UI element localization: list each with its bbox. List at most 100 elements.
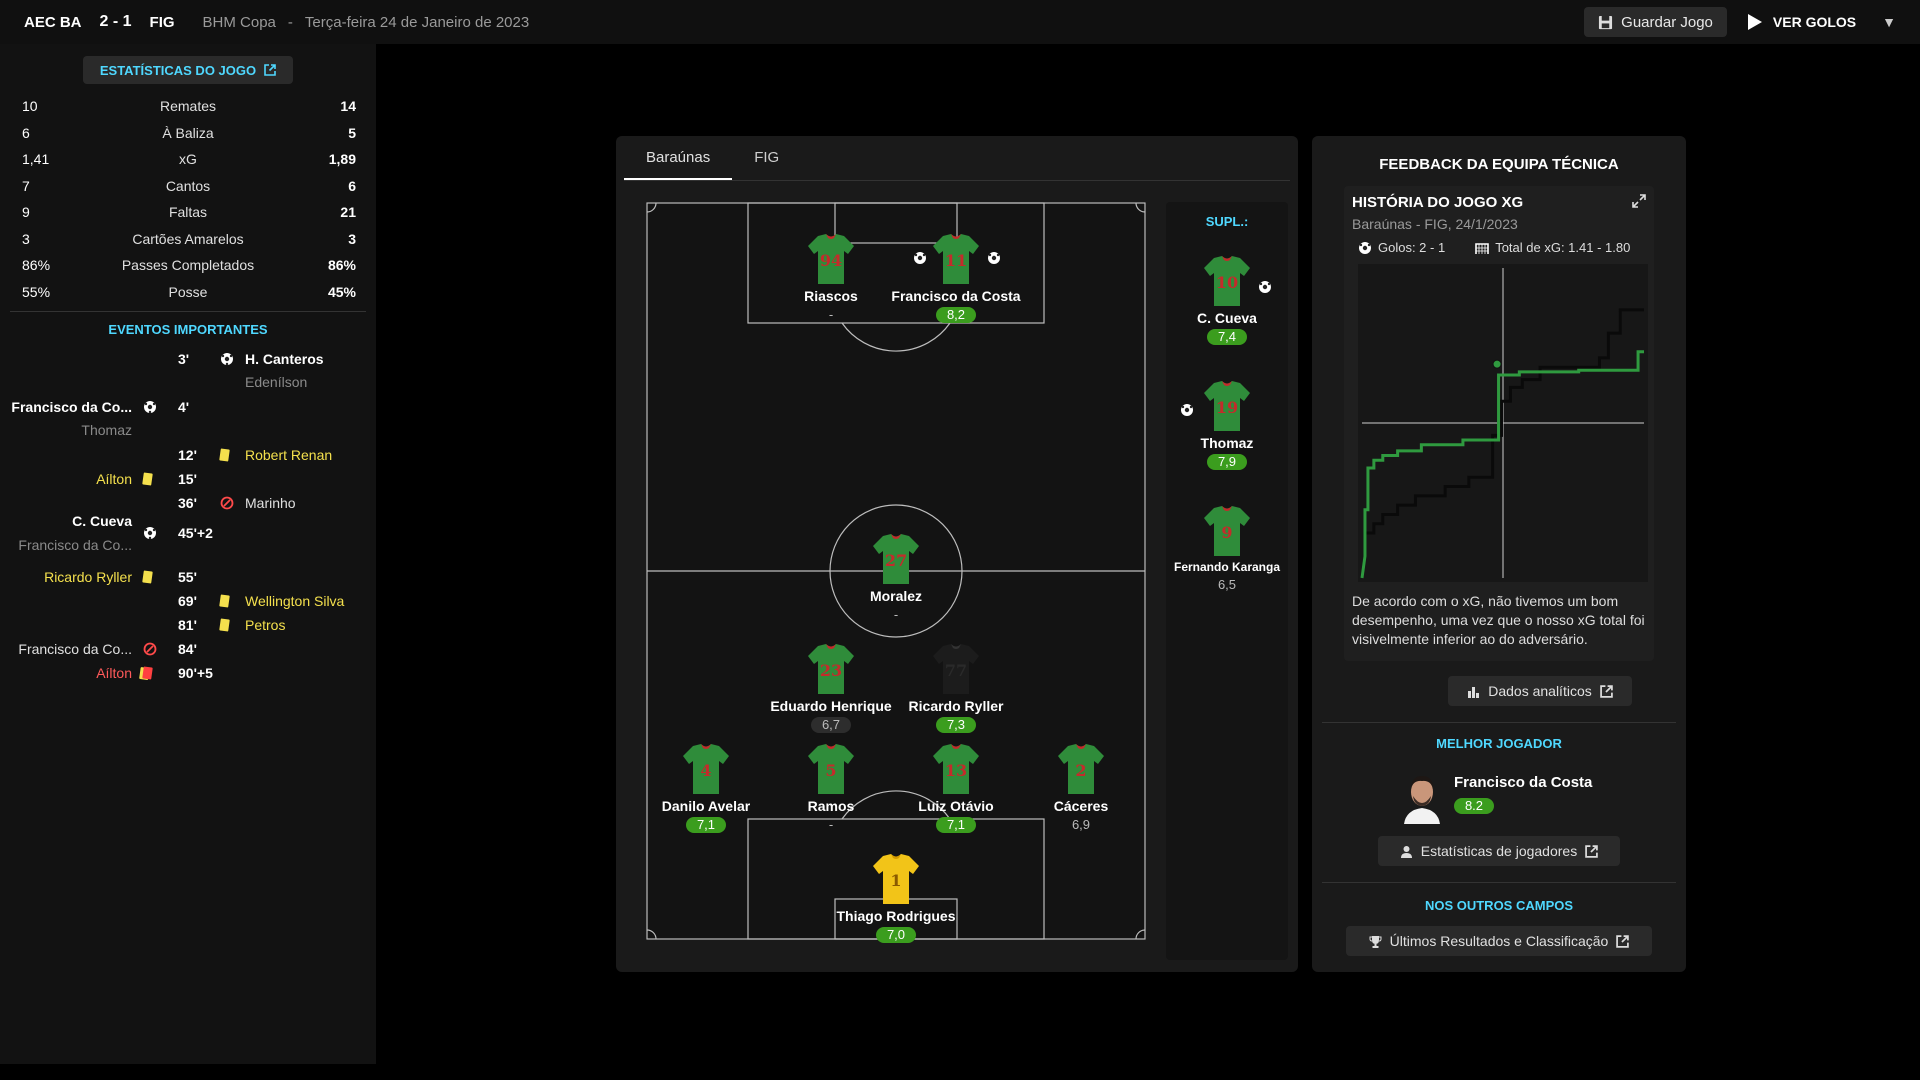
player-rating: -: [828, 307, 834, 322]
player-card[interactable]: 2 Cáceres 6,9: [1016, 742, 1146, 834]
sub-player-card[interactable]: 10 C. Cueva 7,4: [1162, 254, 1292, 346]
goals-summary: Golos: 2 - 1: [1378, 240, 1446, 255]
event-item[interactable]: Aílton 90'+5: [0, 662, 376, 684]
tabs-underline: [624, 180, 1290, 181]
player-card[interactable]: 77 Ricardo Ryller 7,3: [891, 642, 1021, 734]
xg-total-summary: Total de xG: 1.41 - 1.80: [1495, 240, 1631, 255]
event-item[interactable]: 3' H. Canteros Edenílson: [0, 348, 376, 390]
shirt-icon: 11: [933, 234, 979, 284]
event-item[interactable]: 36' Marinho: [0, 492, 376, 514]
tab-home-team[interactable]: Baraúnas: [624, 136, 733, 180]
save-icon: [1599, 15, 1613, 29]
divider: [1322, 882, 1676, 883]
player-card[interactable]: 23 Eduardo Henrique 6,7: [766, 642, 896, 734]
player-name: Thiago Rodrigues: [836, 908, 956, 924]
play-icon: [1747, 14, 1762, 30]
xg-history-card: HISTÓRIA DO JOGO XG Baraúnas - FIG, 24/1…: [1344, 186, 1654, 661]
yellow-card-icon: [219, 448, 234, 462]
feedback-title: FEEDBACK DA EQUIPA TÉCNICA: [1379, 156, 1619, 173]
player-name: Fernando Karanga: [1173, 560, 1281, 574]
stat-away: 6: [348, 177, 356, 194]
event-assist: Thomaz: [81, 422, 132, 438]
shirt-icon: 4: [683, 744, 729, 794]
svg-text:5: 5: [825, 761, 836, 780]
player-card[interactable]: 5 Ramos -: [766, 742, 896, 834]
chevron-down-icon[interactable]: ▼: [1882, 14, 1896, 30]
stat-row: 6À Baliza 5: [0, 120, 376, 147]
match-stats-button[interactable]: ESTATÍSTICAS DO JOGO: [83, 56, 293, 84]
player-rating: 7,1: [936, 817, 976, 833]
goal-ball-icon: [144, 401, 156, 414]
stat-label: Faltas: [168, 204, 208, 220]
best-player-title: MELHOR JOGADOR: [1436, 736, 1562, 751]
expand-icon[interactable]: [1632, 194, 1646, 208]
save-game-button[interactable]: Guardar Jogo: [1584, 7, 1727, 37]
svg-text:27: 27: [885, 551, 907, 570]
player-card[interactable]: 4 Danilo Avelar 7,1: [641, 742, 771, 834]
player-rating: 7,0: [876, 927, 916, 943]
away-team: FIG: [149, 13, 175, 31]
svg-text:10: 10: [1216, 273, 1238, 292]
event-minute: 3': [178, 351, 190, 367]
shirt-icon: 2: [1058, 744, 1104, 794]
player-card[interactable]: 11 Francisco da Costa 8,2: [891, 232, 1021, 324]
external-link-icon: [1599, 684, 1613, 698]
stat-row: 86% Passes Completados 86%: [0, 252, 376, 279]
svg-text:19: 19: [1216, 398, 1238, 417]
player-card[interactable]: 27 Moralez -: [831, 532, 961, 624]
shirt-icon: 5: [808, 744, 854, 794]
player-rating: 7,4: [1207, 329, 1247, 345]
top-bar: AEC BA 2 - 1 FIG BHM Copa - Terça-feira …: [0, 0, 1920, 44]
stat-label: xG: [179, 151, 197, 167]
left-panel: ESTATÍSTICAS DO JOGO 10 Remates 14 6À Bali…: [0, 44, 376, 1064]
stat-label: Passes Completados: [121, 257, 255, 273]
player-stats-button[interactable]: Estatísticas de jogadores: [1378, 836, 1620, 866]
event-item[interactable]: C. Cueva Francisco da Co... 45'+2: [0, 513, 376, 553]
svg-text:13: 13: [945, 761, 967, 780]
event-item[interactable]: 81' Petros: [0, 614, 376, 636]
event-player: Marinho: [245, 495, 296, 511]
goal-ball-icon: [1259, 281, 1271, 293]
match-stats-label: ESTATÍSTICAS DO JOGO: [99, 62, 257, 78]
player-avatar[interactable]: [1400, 768, 1444, 824]
event-item[interactable]: 12' Robert Renan: [0, 444, 376, 466]
player-rating: 8,2: [936, 307, 976, 323]
shirt-icon: 13: [933, 744, 979, 794]
event-item[interactable]: Francisco da Co... 84': [0, 638, 376, 660]
svg-text:77: 77: [945, 661, 967, 680]
xg-chart-svg: [1360, 268, 1644, 579]
xg-history-title: HISTÓRIA DO JOGO XG: [1352, 194, 1524, 211]
sub-player-card[interactable]: 9 Fernando Karanga 6,5: [1162, 504, 1292, 594]
tab-away-team[interactable]: FIG: [732, 136, 801, 180]
player-name: Cáceres: [1053, 798, 1109, 814]
event-player: Ricardo Ryller: [44, 569, 132, 585]
injury-icon: [143, 642, 157, 656]
event-item[interactable]: Aílton 15': [0, 468, 376, 490]
best-player-name[interactable]: Francisco da Costa: [1454, 774, 1592, 791]
bar-chart-icon: [1468, 686, 1480, 698]
player-name: C. Cueva: [1197, 310, 1257, 326]
player-card[interactable]: 94 Riascos -: [766, 232, 896, 324]
event-minute: 36': [178, 495, 197, 511]
goal-ball-icon: [988, 252, 1000, 264]
sub-player-card[interactable]: 19 Thomaz 7,9: [1162, 379, 1292, 471]
stat-away: 86%: [327, 257, 356, 273]
stat-away: 21: [340, 204, 356, 220]
event-item[interactable]: Ricardo Ryller 55': [0, 566, 376, 588]
event-item[interactable]: Francisco da Co... Thomaz 4': [0, 396, 376, 438]
stat-away: 1,89: [328, 151, 356, 167]
event-assist: Edenílson: [245, 374, 308, 390]
player-card[interactable]: 13 Luiz Otávio 7,1: [891, 742, 1021, 834]
event-minute: 84': [178, 641, 197, 657]
event-item[interactable]: 69' Wellington Silva: [0, 590, 376, 612]
feedback-panel: FEEDBACK DA EQUIPA TÉCNICA HISTÓRIA DO J…: [1312, 136, 1686, 972]
analytics-button[interactable]: Dados analíticos: [1448, 676, 1632, 706]
player-card[interactable]: 1 Thiago Rodrigues 7,0: [831, 852, 961, 944]
shirt-icon: 27: [873, 534, 919, 584]
goalkeeper-shirt-icon: 1: [873, 854, 919, 904]
view-goals-button[interactable]: VER GOLOS ▼: [1747, 13, 1896, 31]
stat-row: 9 Faltas 21: [0, 199, 376, 226]
results-standings-button[interactable]: Últimos Resultados e Classificação: [1346, 926, 1652, 956]
event-player: Petros: [245, 617, 286, 633]
svg-text:9: 9: [1221, 523, 1232, 542]
